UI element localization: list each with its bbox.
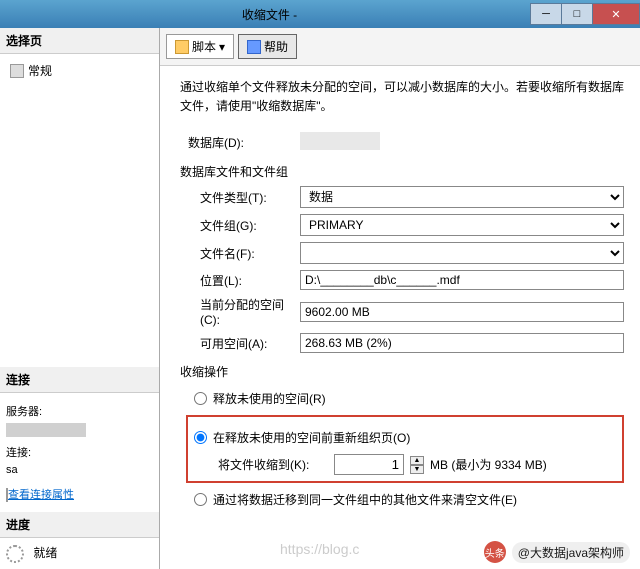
- titlebar: 收缩文件 - ─ □ ✕: [0, 0, 640, 28]
- file-type-label: 文件类型(T):: [180, 189, 300, 206]
- server-label: 服务器:: [6, 403, 153, 419]
- window-title: 收缩文件 -: [8, 6, 531, 23]
- connection-header: 连接: [0, 367, 159, 393]
- chevron-down-icon: ▾: [219, 40, 225, 54]
- database-label: 数据库(D):: [180, 134, 300, 151]
- radio-migrate-label: 通过将数据迁移到同一文件组中的其他文件来清空文件(E): [213, 491, 517, 508]
- radio-migrate[interactable]: [194, 493, 207, 506]
- file-type-select[interactable]: 数据: [300, 186, 624, 208]
- location-field[interactable]: [300, 270, 624, 290]
- shrink-to-label: 将文件收缩到(K):: [218, 456, 328, 473]
- progress-header: 进度: [0, 512, 159, 538]
- allocated-label: 当前分配的空间(C):: [180, 296, 300, 327]
- script-label: 脚本: [192, 38, 216, 55]
- available-value: 268.63 MB (2%): [300, 333, 624, 353]
- database-value: [300, 132, 380, 150]
- script-icon: [175, 40, 189, 54]
- url-watermark: https://blog.c: [280, 541, 359, 557]
- watermark-logo-icon: 头条: [484, 541, 506, 563]
- description-text: 通过收缩单个文件释放未分配的空间，可以减小数据库的大小。若要收缩所有数据库文件，…: [180, 78, 624, 116]
- progress-status: 就绪: [33, 546, 57, 560]
- files-section-title: 数据库文件和文件组: [180, 163, 624, 180]
- script-button[interactable]: 脚本 ▾: [166, 34, 234, 59]
- help-button[interactable]: 帮助: [238, 34, 297, 59]
- toolbar: 脚本 ▾ 帮助: [160, 28, 640, 66]
- radio-release-label: 释放未使用的空间(R): [213, 390, 326, 407]
- page-general[interactable]: 常规: [6, 60, 153, 81]
- filegroup-label: 文件组(G):: [180, 217, 300, 234]
- highlight-box: 在释放未使用的空间前重新组织页(O) 将文件收缩到(K): ▲ ▼ MB (最小…: [186, 415, 624, 483]
- right-panel: 脚本 ▾ 帮助 通过收缩单个文件释放未分配的空间，可以减小数据库的大小。若要收缩…: [160, 28, 640, 569]
- maximize-button[interactable]: □: [561, 3, 593, 25]
- radio-release-space[interactable]: [194, 392, 207, 405]
- spin-up-icon[interactable]: ▲: [410, 456, 424, 465]
- close-button[interactable]: ✕: [592, 3, 640, 25]
- page-icon: [10, 64, 24, 78]
- filename-select[interactable]: [300, 242, 624, 264]
- allocated-value: 9602.00 MB: [300, 302, 624, 322]
- shrink-title: 收缩操作: [180, 363, 624, 380]
- server-value: [6, 423, 86, 437]
- help-icon: [247, 40, 261, 54]
- radio-reorg-label: 在释放未使用的空间前重新组织页(O): [213, 429, 410, 446]
- left-panel: 选择页 常规 连接 服务器: 连接: sa 查看连接属性 进度 就绪: [0, 28, 160, 569]
- window-controls: ─ □ ✕: [531, 3, 640, 25]
- progress-spinner-icon: [6, 545, 24, 563]
- view-connection-props[interactable]: 查看连接属性: [8, 489, 74, 501]
- conn-value: sa: [6, 464, 153, 476]
- watermark-author: @大数据java架构师: [512, 542, 630, 563]
- select-page-header: 选择页: [0, 28, 159, 54]
- available-label: 可用空间(A):: [180, 335, 300, 352]
- filegroup-select[interactable]: PRIMARY: [300, 214, 624, 236]
- location-label: 位置(L):: [180, 272, 300, 289]
- shrink-min-text: MB (最小为 9334 MB): [430, 456, 547, 473]
- conn-label: 连接:: [6, 444, 153, 460]
- shrink-to-input[interactable]: [334, 454, 404, 475]
- watermark: 头条 @大数据java架构师: [484, 541, 630, 563]
- filename-label: 文件名(F):: [180, 245, 300, 262]
- minimize-button[interactable]: ─: [530, 3, 562, 25]
- page-general-label: 常规: [28, 62, 52, 79]
- spin-down-icon[interactable]: ▼: [410, 465, 424, 474]
- radio-reorganize[interactable]: [194, 431, 207, 444]
- help-label: 帮助: [264, 38, 288, 55]
